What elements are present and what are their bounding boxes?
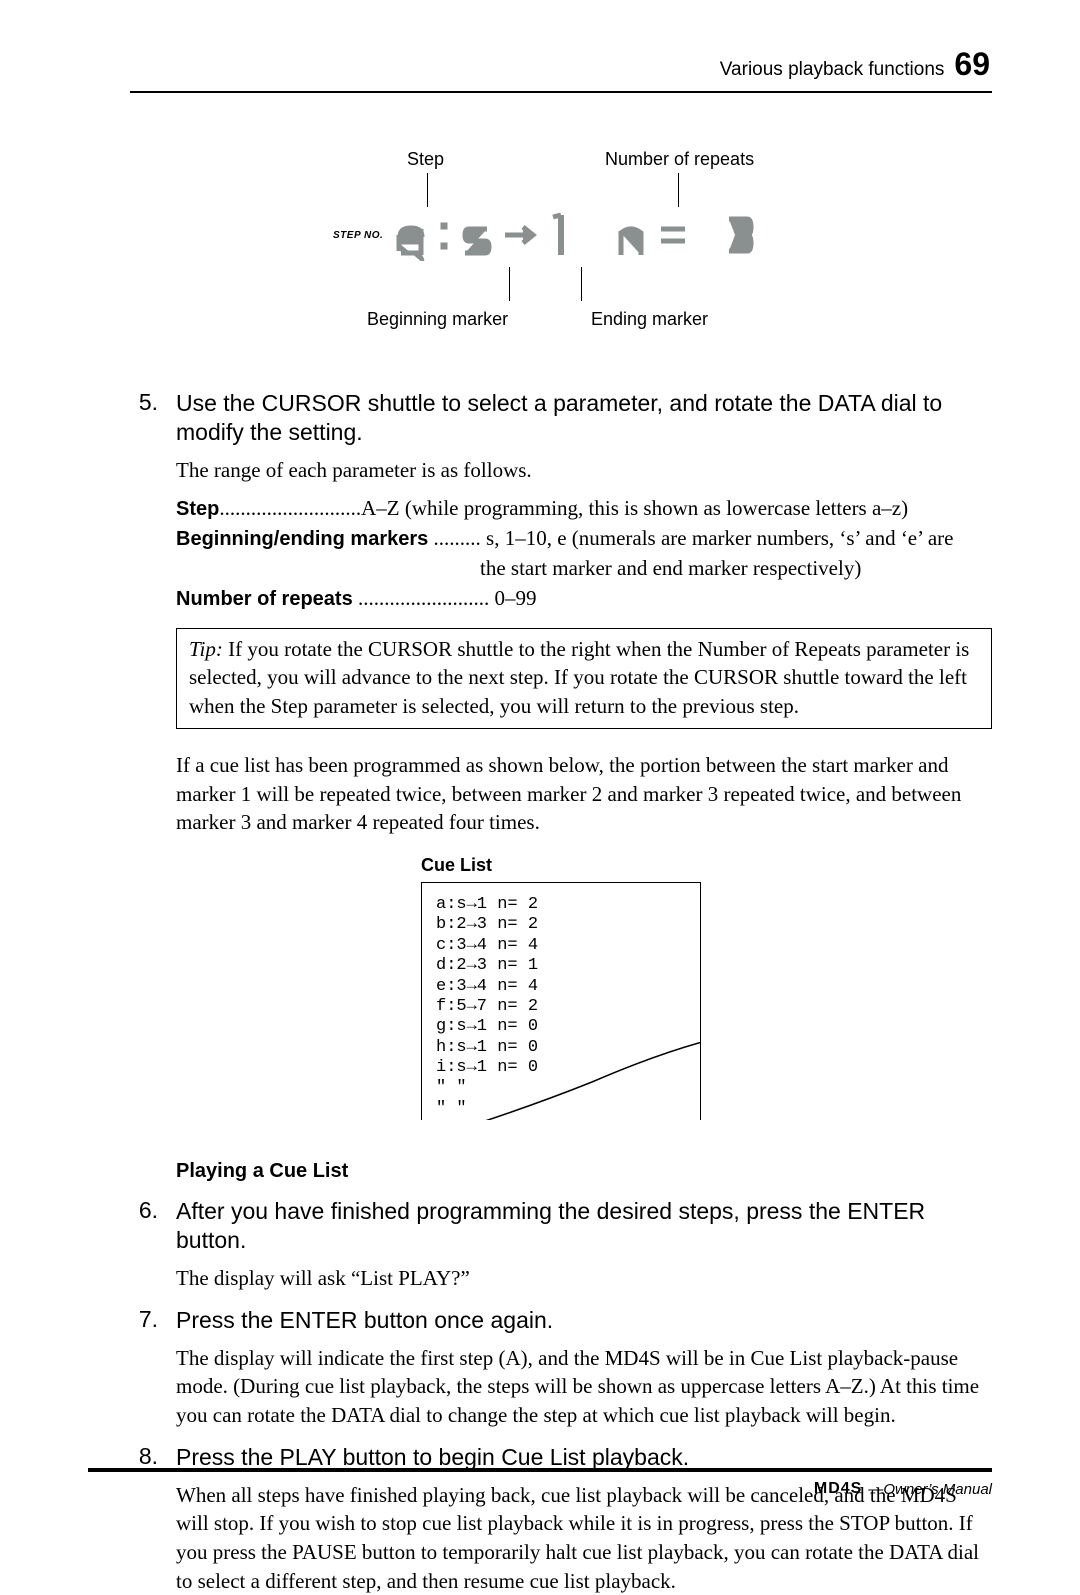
- step-body: The display will indicate the first step…: [176, 1344, 992, 1430]
- cue-row: e:3→4 n= 4: [436, 977, 686, 997]
- cue-list: Cue List a:s→1 n= 2 b:2→3 n= 2 c:3→4 n= …: [421, 855, 701, 1120]
- lcd-diagram: Step Number of repeats STEP NO.: [281, 149, 841, 369]
- seg-a-icon: [393, 209, 429, 261]
- cue-list-title: Cue List: [421, 855, 701, 876]
- footer-text: —Owner’s Manual: [868, 1481, 992, 1498]
- seg-space: [585, 209, 607, 261]
- tip-label: Tip:: [189, 637, 223, 661]
- parameter-definitions: Step...........................A–Z (whil…: [176, 494, 992, 613]
- product-logo: MD4S: [814, 1480, 862, 1498]
- def-step-val: ...........................A–Z (while pr…: [219, 496, 908, 520]
- step-body: When all steps have finished playing bac…: [176, 1481, 992, 1595]
- step-body: The display will ask “List PLAY?”: [176, 1264, 992, 1293]
- cue-row: a:s→1 n= 2: [436, 895, 686, 915]
- tip-box: Tip: If you rotate the CURSOR shuttle to…: [176, 628, 992, 730]
- step-title: Press the ENTER button once again.: [176, 1306, 553, 1335]
- seg-1-icon: [543, 209, 579, 261]
- cue-row: g:s→1 n= 0: [436, 1017, 686, 1037]
- callout-line: [678, 173, 679, 207]
- step-number: 5.: [130, 389, 158, 448]
- seg-arrow-icon: [501, 209, 537, 261]
- range-intro: The range of each parameter is as follow…: [176, 456, 992, 485]
- seg-space: [697, 209, 715, 261]
- def-step-key: Step: [176, 498, 219, 520]
- step-6: 6. After you have finished programming t…: [130, 1197, 992, 1256]
- section-title: Various playback functions: [720, 59, 945, 81]
- step-title: Use the CURSOR shuttle to select a param…: [176, 389, 992, 448]
- seg-colon-icon: [435, 209, 453, 261]
- step-7: 7. Press the ENTER button once again.: [130, 1306, 992, 1335]
- callout-line: [509, 267, 510, 301]
- def-markers-val: ......... s, 1–10, e (numerals are marke…: [428, 526, 953, 550]
- diagram-beginning-label: Beginning marker: [367, 309, 508, 330]
- after-tip-paragraph: If a cue list has been programmed as sho…: [176, 751, 992, 837]
- step-number: 6.: [130, 1197, 158, 1256]
- seg-s-icon: [459, 209, 495, 261]
- diagram-ending-label: Ending marker: [591, 309, 708, 330]
- diagram-step-label: Step: [407, 149, 444, 170]
- callout-line: [581, 267, 582, 301]
- stepno-label: STEP NO.: [333, 230, 383, 241]
- cue-row: d:2→3 n= 1: [436, 956, 686, 976]
- page-footer: MD4S —Owner’s Manual: [88, 1468, 992, 1498]
- def-repeats-key: Number of repeats: [176, 588, 353, 610]
- step-title: After you have finished programming the …: [176, 1197, 992, 1256]
- playing-cue-list-heading: Playing a Cue List: [176, 1160, 992, 1183]
- step-number: 7.: [130, 1306, 158, 1335]
- lcd-display: [393, 209, 757, 261]
- cue-row: f:5→7 n= 2: [436, 997, 686, 1017]
- tip-body: If you rotate the CURSOR shuttle to the …: [189, 637, 969, 718]
- def-repeats-val: ......................... 0–99: [353, 586, 537, 610]
- header-rule: [130, 91, 992, 93]
- page-curl-icon: [482, 1042, 701, 1120]
- page-number: 69: [954, 46, 990, 83]
- def-markers-key: Beginning/ending markers: [176, 528, 428, 550]
- step-5: 5. Use the CURSOR shuttle to select a pa…: [130, 389, 992, 448]
- seg-3-icon: [721, 209, 757, 261]
- def-markers-val-cont: the start marker and end marker respecti…: [480, 554, 992, 584]
- page-header: Various playback functions 69: [130, 46, 992, 83]
- callout-line: [427, 173, 428, 207]
- seg-equals-icon: [655, 209, 691, 261]
- cue-list-box: a:s→1 n= 2 b:2→3 n= 2 c:3→4 n= 4 d:2→3 n…: [421, 882, 701, 1120]
- seg-n-icon: [613, 209, 649, 261]
- diagram-repeats-label: Number of repeats: [605, 149, 754, 170]
- cue-row: b:2→3 n= 2: [436, 915, 686, 935]
- cue-row: c:3→4 n= 4: [436, 936, 686, 956]
- footer-rule: [88, 1468, 992, 1472]
